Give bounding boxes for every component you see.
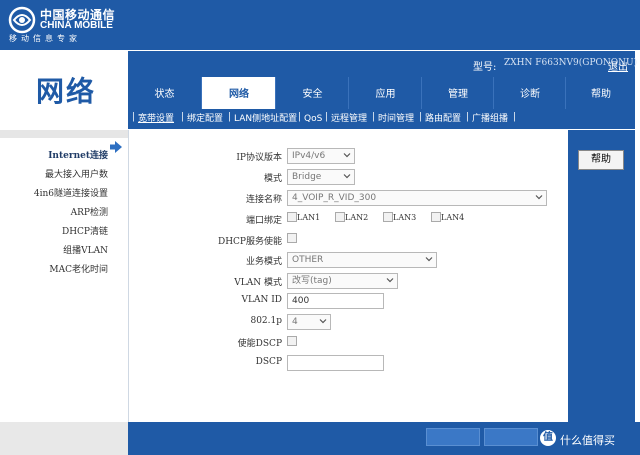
mode-value: Bridge: [292, 172, 322, 182]
subtab-separator: |: [372, 112, 376, 122]
arrow-right-icon: [110, 141, 122, 153]
dscp-label: DSCP: [255, 357, 282, 367]
subtab-route[interactable]: 路由配置: [425, 112, 461, 126]
subtab-separator: |: [325, 112, 329, 122]
ip-version-select[interactable]: IPv4/v6: [287, 148, 355, 164]
conn-name-select[interactable]: 4_VOIP_R_VID_300: [287, 190, 547, 206]
lan3-checkbox[interactable]: [383, 212, 393, 222]
subtab-separator: |: [181, 112, 185, 122]
p8021-select[interactable]: 4: [287, 314, 331, 330]
mode-label: 模式: [263, 174, 282, 184]
brand-slogan: 移动信息专家: [9, 34, 81, 43]
subtab-time[interactable]: 时间管理: [378, 112, 414, 126]
conn-name-label: 连接名称: [245, 195, 282, 205]
help-button[interactable]: 帮助: [578, 150, 624, 170]
lan2-label: LAN2: [345, 213, 369, 222]
watermark-text: 什么值得买: [560, 434, 615, 447]
subtab-separator: |: [132, 112, 136, 122]
tab-diagnosis[interactable]: 诊断: [493, 77, 566, 109]
lan1-checkbox[interactable]: [287, 212, 297, 222]
chevron-down-icon: [319, 319, 327, 324]
chevron-down-icon: [425, 257, 433, 262]
bottom-bar: 值 什么值得买: [0, 422, 640, 455]
sidebar-item-arp[interactable]: ARP检测: [71, 205, 108, 218]
form-labels: IP协议版本 模式 连接名称 端口绑定 DHCP服务使能 业务模式 VLAN 模…: [128, 130, 282, 422]
vlan-mode-select[interactable]: 改写(tag): [287, 273, 398, 289]
mode-select[interactable]: Bridge: [287, 169, 355, 185]
ip-version-label: IP协议版本: [236, 153, 282, 163]
subtab-separator: |: [513, 112, 517, 122]
ip-version-value: IPv4/v6: [292, 151, 326, 161]
subtab-separator: |: [228, 112, 232, 122]
subtab-remote[interactable]: 远程管理: [331, 112, 367, 126]
model-label: 型号:: [473, 62, 497, 73]
vlan-mode-value: 改写(tag): [292, 276, 332, 286]
port-bind-label: 端口绑定: [245, 216, 282, 226]
vlan-mode-label: VLAN 模式: [234, 278, 282, 288]
tab-status[interactable]: 状态: [128, 77, 201, 109]
subtab-multicast[interactable]: 广播组播: [472, 112, 508, 126]
brand-en: CHINA MOBILE: [40, 20, 113, 31]
dscp-input[interactable]: [287, 355, 384, 371]
page-title: 网络: [36, 75, 97, 108]
lan3-label: LAN3: [393, 213, 417, 222]
info-bar: 型号: ZXHN F663NV9(GPONONU) 退出: [128, 50, 637, 77]
subtab-separator: |: [298, 112, 302, 122]
vlan-id-input[interactable]: 400: [287, 293, 384, 309]
subtab-separator: |: [419, 112, 423, 122]
help-panel: 帮助: [568, 130, 635, 422]
service-mode-select[interactable]: OTHER: [287, 252, 437, 268]
subtab-qos[interactable]: QoS: [304, 112, 322, 126]
lan2-checkbox[interactable]: [335, 212, 345, 222]
main-tabs: 状态 网络 安全 应用 管理 诊断 帮助: [128, 77, 636, 110]
subtab-lan-address[interactable]: LAN侧地址配置: [234, 112, 297, 126]
sidebar: Internet连接 最大接入用户数 4in6隧道连接设置 ARP检测 DHCP…: [0, 130, 128, 430]
tab-management[interactable]: 管理: [421, 77, 494, 109]
lan1-label: LAN1: [297, 213, 321, 222]
service-mode-label: 业务模式: [245, 257, 282, 267]
chevron-down-icon: [343, 153, 351, 158]
vlan-id-label: VLAN ID: [241, 295, 282, 305]
chevron-down-icon: [343, 174, 351, 179]
lan4-label: LAN4: [441, 213, 465, 222]
tab-help[interactable]: 帮助: [565, 77, 636, 109]
submit-button[interactable]: [426, 428, 480, 446]
dhcp-enable-checkbox[interactable]: [287, 233, 297, 243]
p8021-label: 802.1p: [250, 316, 282, 326]
watermark-badge: 值: [540, 430, 556, 446]
conn-name-value: 4_VOIP_R_VID_300: [292, 193, 377, 203]
chevron-down-icon: [386, 278, 394, 283]
sidebar-item-dhcp-clear[interactable]: DHCP清链: [62, 224, 108, 237]
sidebar-item-internet[interactable]: Internet连接: [48, 148, 108, 161]
sidebar-item-multicast-vlan[interactable]: 组播VLAN: [63, 243, 108, 256]
p8021-value: 4: [292, 317, 298, 327]
logout-link[interactable]: 退出: [608, 58, 628, 73]
sidebar-item-mac-aging[interactable]: MAC老化时间: [49, 262, 108, 275]
tab-security[interactable]: 安全: [275, 77, 349, 109]
dhcp-enable-label: DHCP服务使能: [217, 237, 282, 247]
bottom-left-panel: [0, 422, 128, 455]
subtab-binding[interactable]: 绑定配置: [187, 112, 223, 126]
dscp-enable-checkbox[interactable]: [287, 336, 297, 346]
lan4-checkbox[interactable]: [431, 212, 441, 222]
chevron-down-icon: [535, 195, 543, 200]
tab-application[interactable]: 应用: [348, 77, 422, 109]
subtab-separator: |: [466, 112, 470, 122]
sub-tabs: | 宽带设置 | 绑定配置 | LAN侧地址配置 | QoS | 远程管理 | …: [128, 109, 635, 129]
sidebar-item-4in6[interactable]: 4in6隧道连接设置: [34, 186, 108, 199]
sidebar-item-max-users[interactable]: 最大接入用户数: [45, 167, 108, 180]
cancel-button[interactable]: [484, 428, 538, 446]
dscp-enable-label: 使能DSCP: [237, 339, 282, 349]
china-mobile-logo-icon: [8, 6, 36, 34]
vlan-id-value: 400: [292, 296, 310, 306]
top-header: 中国移动通信 CHINA MOBILE 移动信息专家: [0, 0, 640, 50]
tab-network[interactable]: 网络: [201, 77, 276, 110]
subtab-broadband[interactable]: 宽带设置: [138, 112, 174, 126]
service-mode-value: OTHER: [292, 255, 324, 265]
